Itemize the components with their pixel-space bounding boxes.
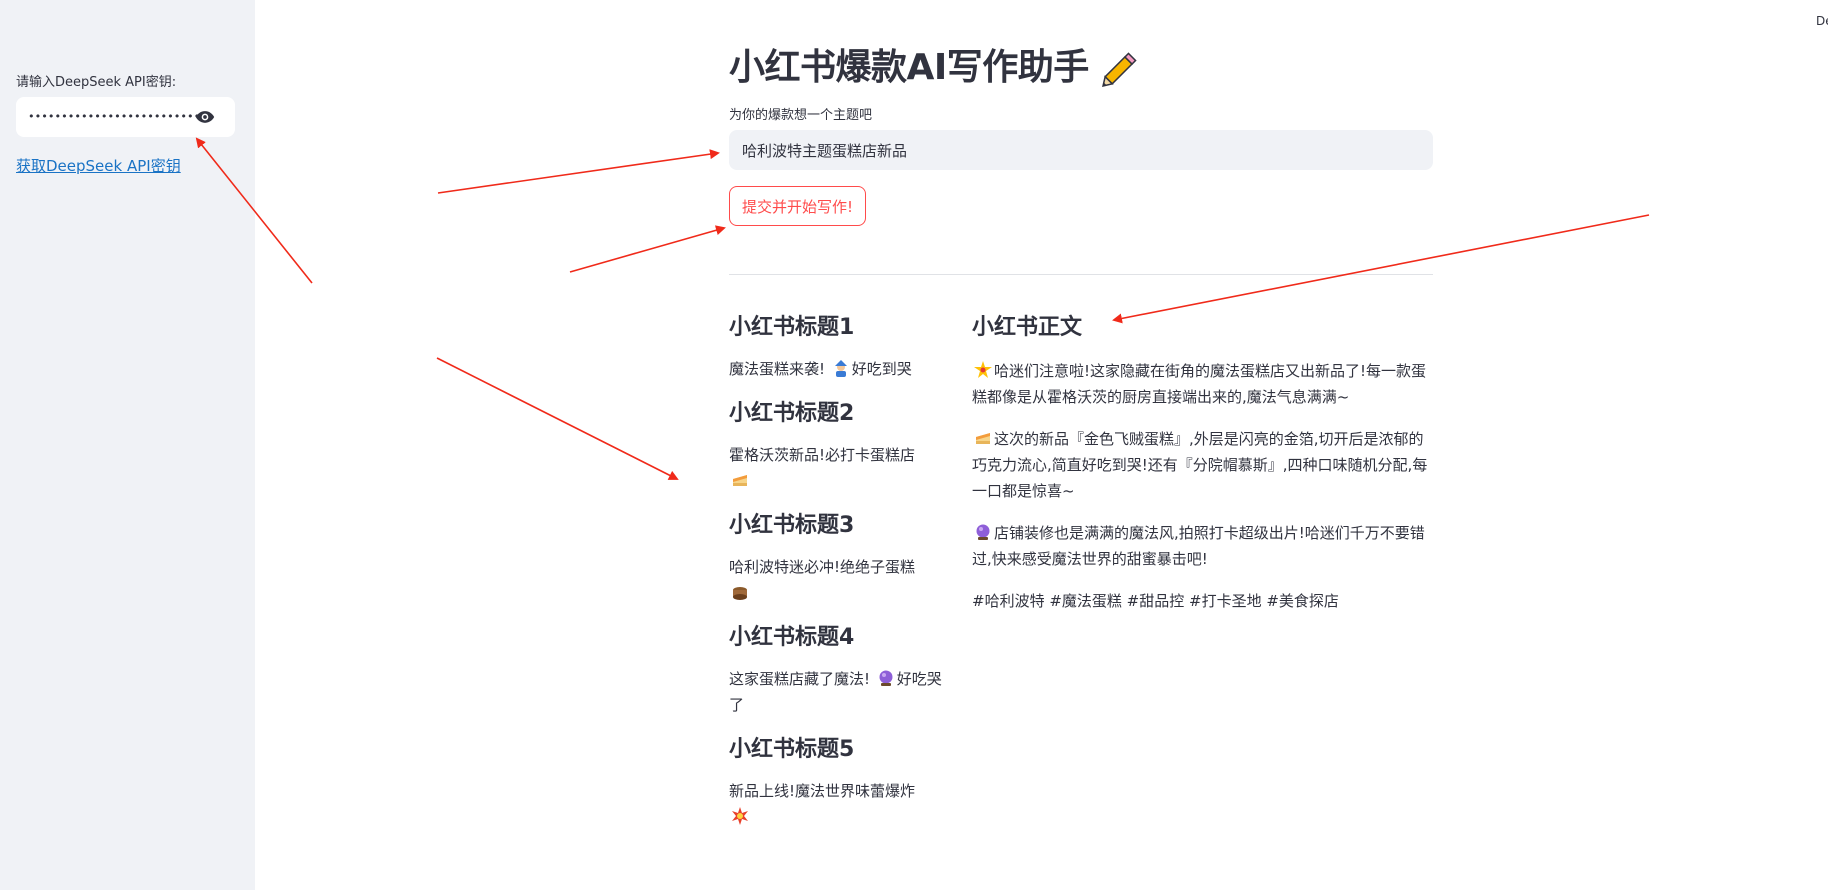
eye-icon[interactable] — [195, 108, 215, 126]
title-heading-1: 小红书标题1 — [729, 315, 855, 340]
pencil-icon — [1101, 52, 1137, 87]
title-block-5: 小红书标题5 新品上线!魔法世界味蕾爆炸 — [729, 732, 949, 830]
sparkle-icon — [974, 361, 992, 378]
explosion-icon — [732, 807, 748, 825]
title-text-5: 新品上线!魔法世界味蕾爆炸 — [729, 778, 949, 830]
body-paragraph-3-text: 店铺装修也是满满的魔法风,拍照打卡超级出片!哈迷们千万不要错过,快来感受魔法世界… — [972, 524, 1425, 568]
crystal-ball-icon — [976, 524, 990, 540]
arrow-to-topic-input — [437, 149, 720, 194]
title-text-2-a: 霍格沃茨新品!必打卡蛋糕店 — [729, 446, 916, 464]
title-block-1: 小红书标题1 魔法蛋糕来袭! 好吃到哭 — [729, 310, 949, 382]
crystal-ball-icon — [879, 670, 893, 686]
body-paragraph-2: 这次的新品『金色飞贼蛋糕』,外层是闪亮的金箔,切开后是浓郁的巧克力流心,简直好吃… — [972, 426, 1432, 504]
body-heading: 小红书正文 — [972, 315, 1083, 340]
titles-column: 小红书标题1 魔法蛋糕来袭! 好吃到哭 小红书标题2 霍格沃茨新品!必打卡蛋糕店… — [729, 310, 949, 844]
title-block-2: 小红书标题2 霍格沃茨新品!必打卡蛋糕店 — [729, 396, 949, 494]
title-text-1: 魔法蛋糕来袭! 好吃到哭 — [729, 356, 949, 382]
get-api-key-link[interactable]: 获取DeepSeek API密钥 — [16, 155, 181, 176]
title-block-4: 小红书标题4 这家蛋糕店藏了魔法! 好吃哭了 — [729, 620, 949, 718]
title-heading-2: 小红书标题2 — [729, 401, 855, 426]
title-heading-4: 小红书标题4 — [729, 625, 855, 650]
body-paragraph-1-text: 哈迷们注意啦!这家隐藏在街角的魔法蛋糕店又出新品了!每一款蛋糕都像是从霍格沃茨的… — [972, 362, 1427, 406]
arrow-to-body — [1112, 214, 1650, 324]
cake-icon — [976, 433, 990, 444]
title-text-4-a: 这家蛋糕店藏了魔法! — [729, 670, 875, 688]
api-key-input[interactable]: •••••••••••••••••••••••••••••••••••• — [28, 106, 198, 128]
title-heading-5: 小红书标题5 — [729, 737, 855, 762]
page-title: 小红书爆款AI写作助手 — [729, 38, 1141, 90]
body-column: 小红书正文 哈迷们注意啦!这家隐藏在街角的魔法蛋糕店又出新品了!每一款蛋糕都像是… — [972, 310, 1432, 614]
title-block-3: 小红书标题3 哈利波特迷必冲!绝绝子蛋糕 — [729, 508, 949, 606]
page-title-text: 小红书爆款AI写作助手 — [729, 47, 1089, 88]
arrow-to-titles — [436, 357, 679, 480]
title-text-2: 霍格沃茨新品!必打卡蛋糕店 — [729, 442, 949, 494]
corner-cut-text: De — [1816, 14, 1828, 28]
title-heading-3: 小红书标题3 — [729, 513, 855, 538]
submit-button[interactable]: 提交并开始写作! — [729, 186, 867, 226]
title-text-1-a: 魔法蛋糕来袭! — [729, 360, 830, 378]
body-paragraph-1: 哈迷们注意啦!这家隐藏在街角的魔法蛋糕店又出新品了!每一款蛋糕都像是从霍格沃茨的… — [972, 358, 1432, 410]
topic-input[interactable] — [729, 130, 1433, 170]
divider — [729, 274, 1433, 275]
api-key-field[interactable]: •••••••••••••••••••••••••••••••••••• — [16, 97, 235, 137]
title-text-5-a: 新品上线!魔法世界味蕾爆炸 — [729, 782, 916, 800]
api-key-label: 请输入DeepSeek API密钥: — [16, 75, 177, 90]
title-text-3-a: 哈利波特迷必冲!绝绝子蛋糕 — [729, 558, 916, 576]
body-paragraph-3: 店铺装修也是满满的魔法风,拍照打卡超级出片!哈迷们千万不要错过,快来感受魔法世界… — [972, 520, 1432, 572]
app-root: 请输入DeepSeek API密钥: •••••••••••••••••••••… — [0, 0, 1828, 890]
title-text-4: 这家蛋糕店藏了魔法! 好吃哭了 — [729, 666, 949, 718]
mage-icon — [834, 360, 847, 377]
arrow-to-submit-button — [569, 225, 726, 273]
cake-icon — [733, 475, 747, 486]
title-text-1-b: 好吃到哭 — [851, 360, 912, 378]
body-paragraph-2-text: 这次的新品『金色飞贼蛋糕』,外层是闪亮的金箔,切开后是浓郁的巧克力流心,简直好吃… — [972, 430, 1428, 500]
chocolate-cake-icon — [733, 587, 747, 600]
title-text-3: 哈利波特迷必冲!绝绝子蛋糕 — [729, 554, 949, 606]
body-tags: #哈利波特 #魔法蛋糕 #甜品控 #打卡圣地 #美食探店 — [972, 592, 1339, 610]
sidebar: 请输入DeepSeek API密钥: •••••••••••••••••••••… — [0, 0, 255, 890]
topic-label: 为你的爆款想一个主题吧 — [729, 108, 873, 123]
